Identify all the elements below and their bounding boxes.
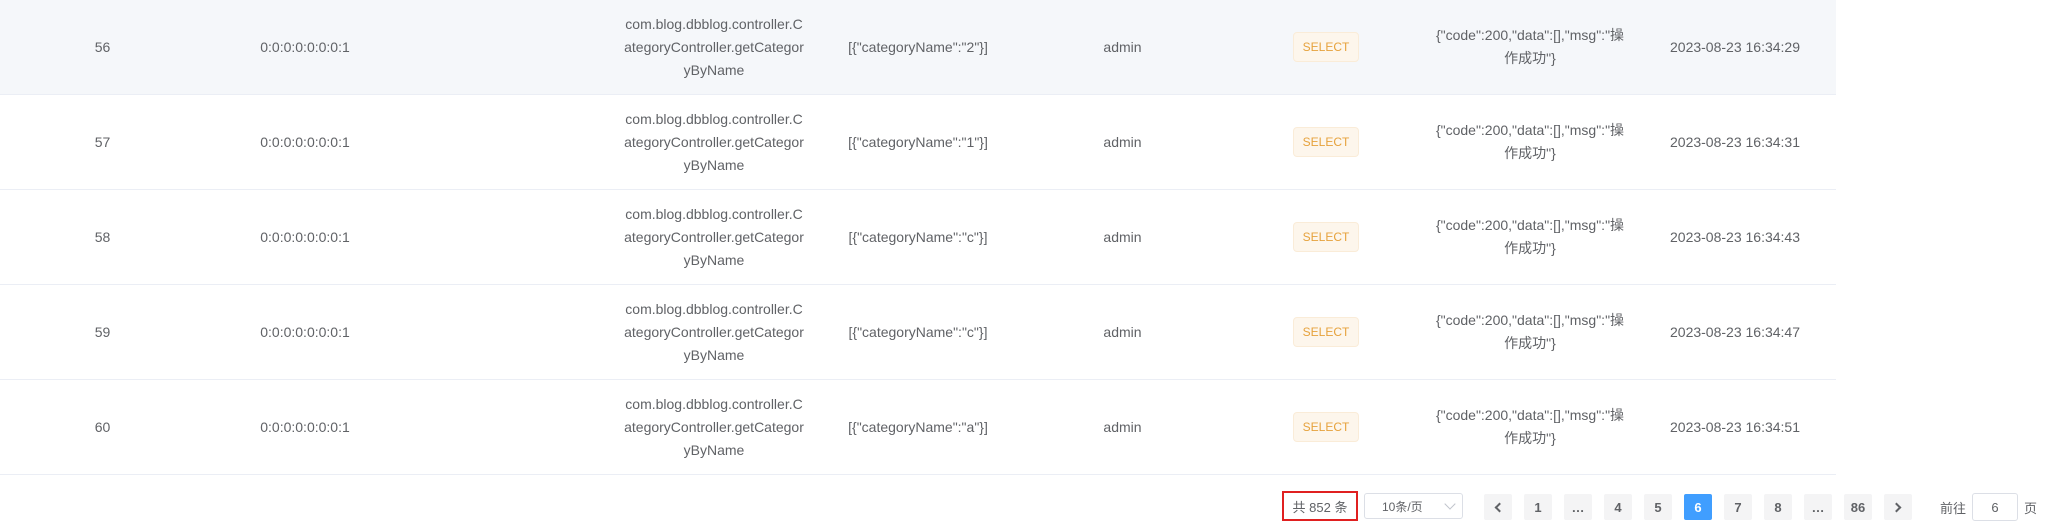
page-size-select[interactable]: 10条/页	[1364, 493, 1463, 519]
cell-params: [{"categoryName":"c"}]	[848, 228, 988, 245]
type-tag: SELECT	[1292, 127, 1360, 157]
page-5[interactable]: 5	[1644, 494, 1672, 520]
page-86[interactable]: 86	[1844, 494, 1872, 520]
page-size-value: 10条/页	[1382, 499, 1423, 514]
table-row[interactable]: 58 0:0:0:0:0:0:0:1 com.blog.dbblog.contr…	[0, 190, 1836, 285]
cell-result: {"code":200,"data":[],"msg":"操作成功"}	[1435, 122, 1625, 161]
type-tag: SELECT	[1292, 222, 1360, 252]
log-table: 56 0:0:0:0:0:0:0:1 com.blog.dbblog.contr…	[0, 0, 1836, 475]
page-1[interactable]: 1	[1524, 494, 1552, 520]
table-row[interactable]: 57 0:0:0:0:0:0:0:1 com.blog.dbblog.contr…	[0, 95, 1836, 190]
cell-method: com.blog.dbblog.controller.CategoryContr…	[624, 205, 804, 268]
cell-id: 58	[94, 228, 111, 245]
type-tag: SELECT	[1292, 317, 1360, 347]
cell-id: 56	[94, 38, 111, 55]
cell-id: 60	[94, 418, 111, 435]
cell-time: 2023-08-23 16:34:43	[1670, 228, 1800, 245]
pagination: 共 852 条 10条/页 1 … 4 5 6 7 8 … 86 前往 页	[0, 491, 2048, 523]
chevron-left-icon	[1494, 502, 1505, 512]
cell-result: {"code":200,"data":[],"msg":"操作成功"}	[1435, 27, 1625, 66]
cell-params: [{"categoryName":"a"}]	[848, 418, 988, 435]
cell-type: SELECT	[1230, 190, 1422, 284]
cell-params: [{"categoryName":"c"}]	[848, 323, 988, 340]
cell-result: {"code":200,"data":[],"msg":"操作成功"}	[1435, 312, 1625, 351]
cell-time: 2023-08-23 16:34:51	[1670, 418, 1800, 435]
page-ellipsis-next[interactable]: …	[1804, 494, 1832, 520]
page-8[interactable]: 8	[1764, 494, 1792, 520]
cell-ip: 0:0:0:0:0:0:0:1	[260, 228, 350, 245]
cell-method: com.blog.dbblog.controller.CategoryContr…	[624, 300, 804, 363]
cell-result: {"code":200,"data":[],"msg":"操作成功"}	[1435, 407, 1625, 446]
goto-prefix: 前往	[1940, 500, 1967, 516]
prev-page-button[interactable]	[1484, 494, 1512, 520]
cell-time: 2023-08-23 16:34:47	[1670, 323, 1800, 340]
page-4[interactable]: 4	[1604, 494, 1632, 520]
type-tag: SELECT	[1292, 32, 1360, 62]
page-ellipsis-prev[interactable]: …	[1564, 494, 1592, 520]
cell-params: [{"categoryName":"2"}]	[848, 38, 988, 55]
cell-id: 59	[94, 323, 111, 340]
table-row[interactable]: 60 0:0:0:0:0:0:0:1 com.blog.dbblog.contr…	[0, 380, 1836, 475]
cell-type: SELECT	[1230, 95, 1422, 189]
cell-method: com.blog.dbblog.controller.CategoryContr…	[624, 15, 804, 78]
cell-id: 57	[94, 133, 111, 150]
next-page-button[interactable]	[1884, 494, 1912, 520]
cell-user: admin	[1103, 323, 1142, 340]
cell-user: admin	[1103, 133, 1142, 150]
goto-page: 前往 页	[1940, 491, 2037, 523]
cell-method: com.blog.dbblog.controller.CategoryContr…	[624, 110, 804, 173]
cell-method: com.blog.dbblog.controller.CategoryContr…	[624, 395, 804, 458]
page-6-current[interactable]: 6	[1684, 494, 1712, 520]
cell-type: SELECT	[1230, 0, 1422, 94]
type-tag: SELECT	[1292, 412, 1360, 442]
cell-type: SELECT	[1230, 285, 1422, 379]
table-row[interactable]: 59 0:0:0:0:0:0:0:1 com.blog.dbblog.contr…	[0, 285, 1836, 380]
cell-time: 2023-08-23 16:34:29	[1670, 38, 1800, 55]
cell-time: 2023-08-23 16:34:31	[1670, 133, 1800, 150]
page-7[interactable]: 7	[1724, 494, 1752, 520]
cell-result: {"code":200,"data":[],"msg":"操作成功"}	[1435, 217, 1625, 256]
cell-params: [{"categoryName":"1"}]	[848, 133, 988, 150]
table-row[interactable]: 56 0:0:0:0:0:0:0:1 com.blog.dbblog.contr…	[0, 0, 1836, 95]
goto-suffix: 页	[2024, 500, 2038, 516]
cell-ip: 0:0:0:0:0:0:0:1	[260, 418, 350, 435]
cell-user: admin	[1103, 228, 1142, 245]
goto-page-input[interactable]	[1972, 493, 2019, 521]
cell-ip: 0:0:0:0:0:0:0:1	[260, 133, 350, 150]
cell-user: admin	[1103, 418, 1142, 435]
chevron-right-icon	[1891, 502, 1902, 512]
cell-user: admin	[1103, 38, 1142, 55]
cell-ip: 0:0:0:0:0:0:0:1	[260, 323, 350, 340]
cell-ip: 0:0:0:0:0:0:0:1	[260, 38, 350, 55]
cell-type: SELECT	[1230, 380, 1422, 474]
chevron-down-icon	[1444, 498, 1456, 510]
total-count: 共 852 条	[1282, 491, 1358, 521]
